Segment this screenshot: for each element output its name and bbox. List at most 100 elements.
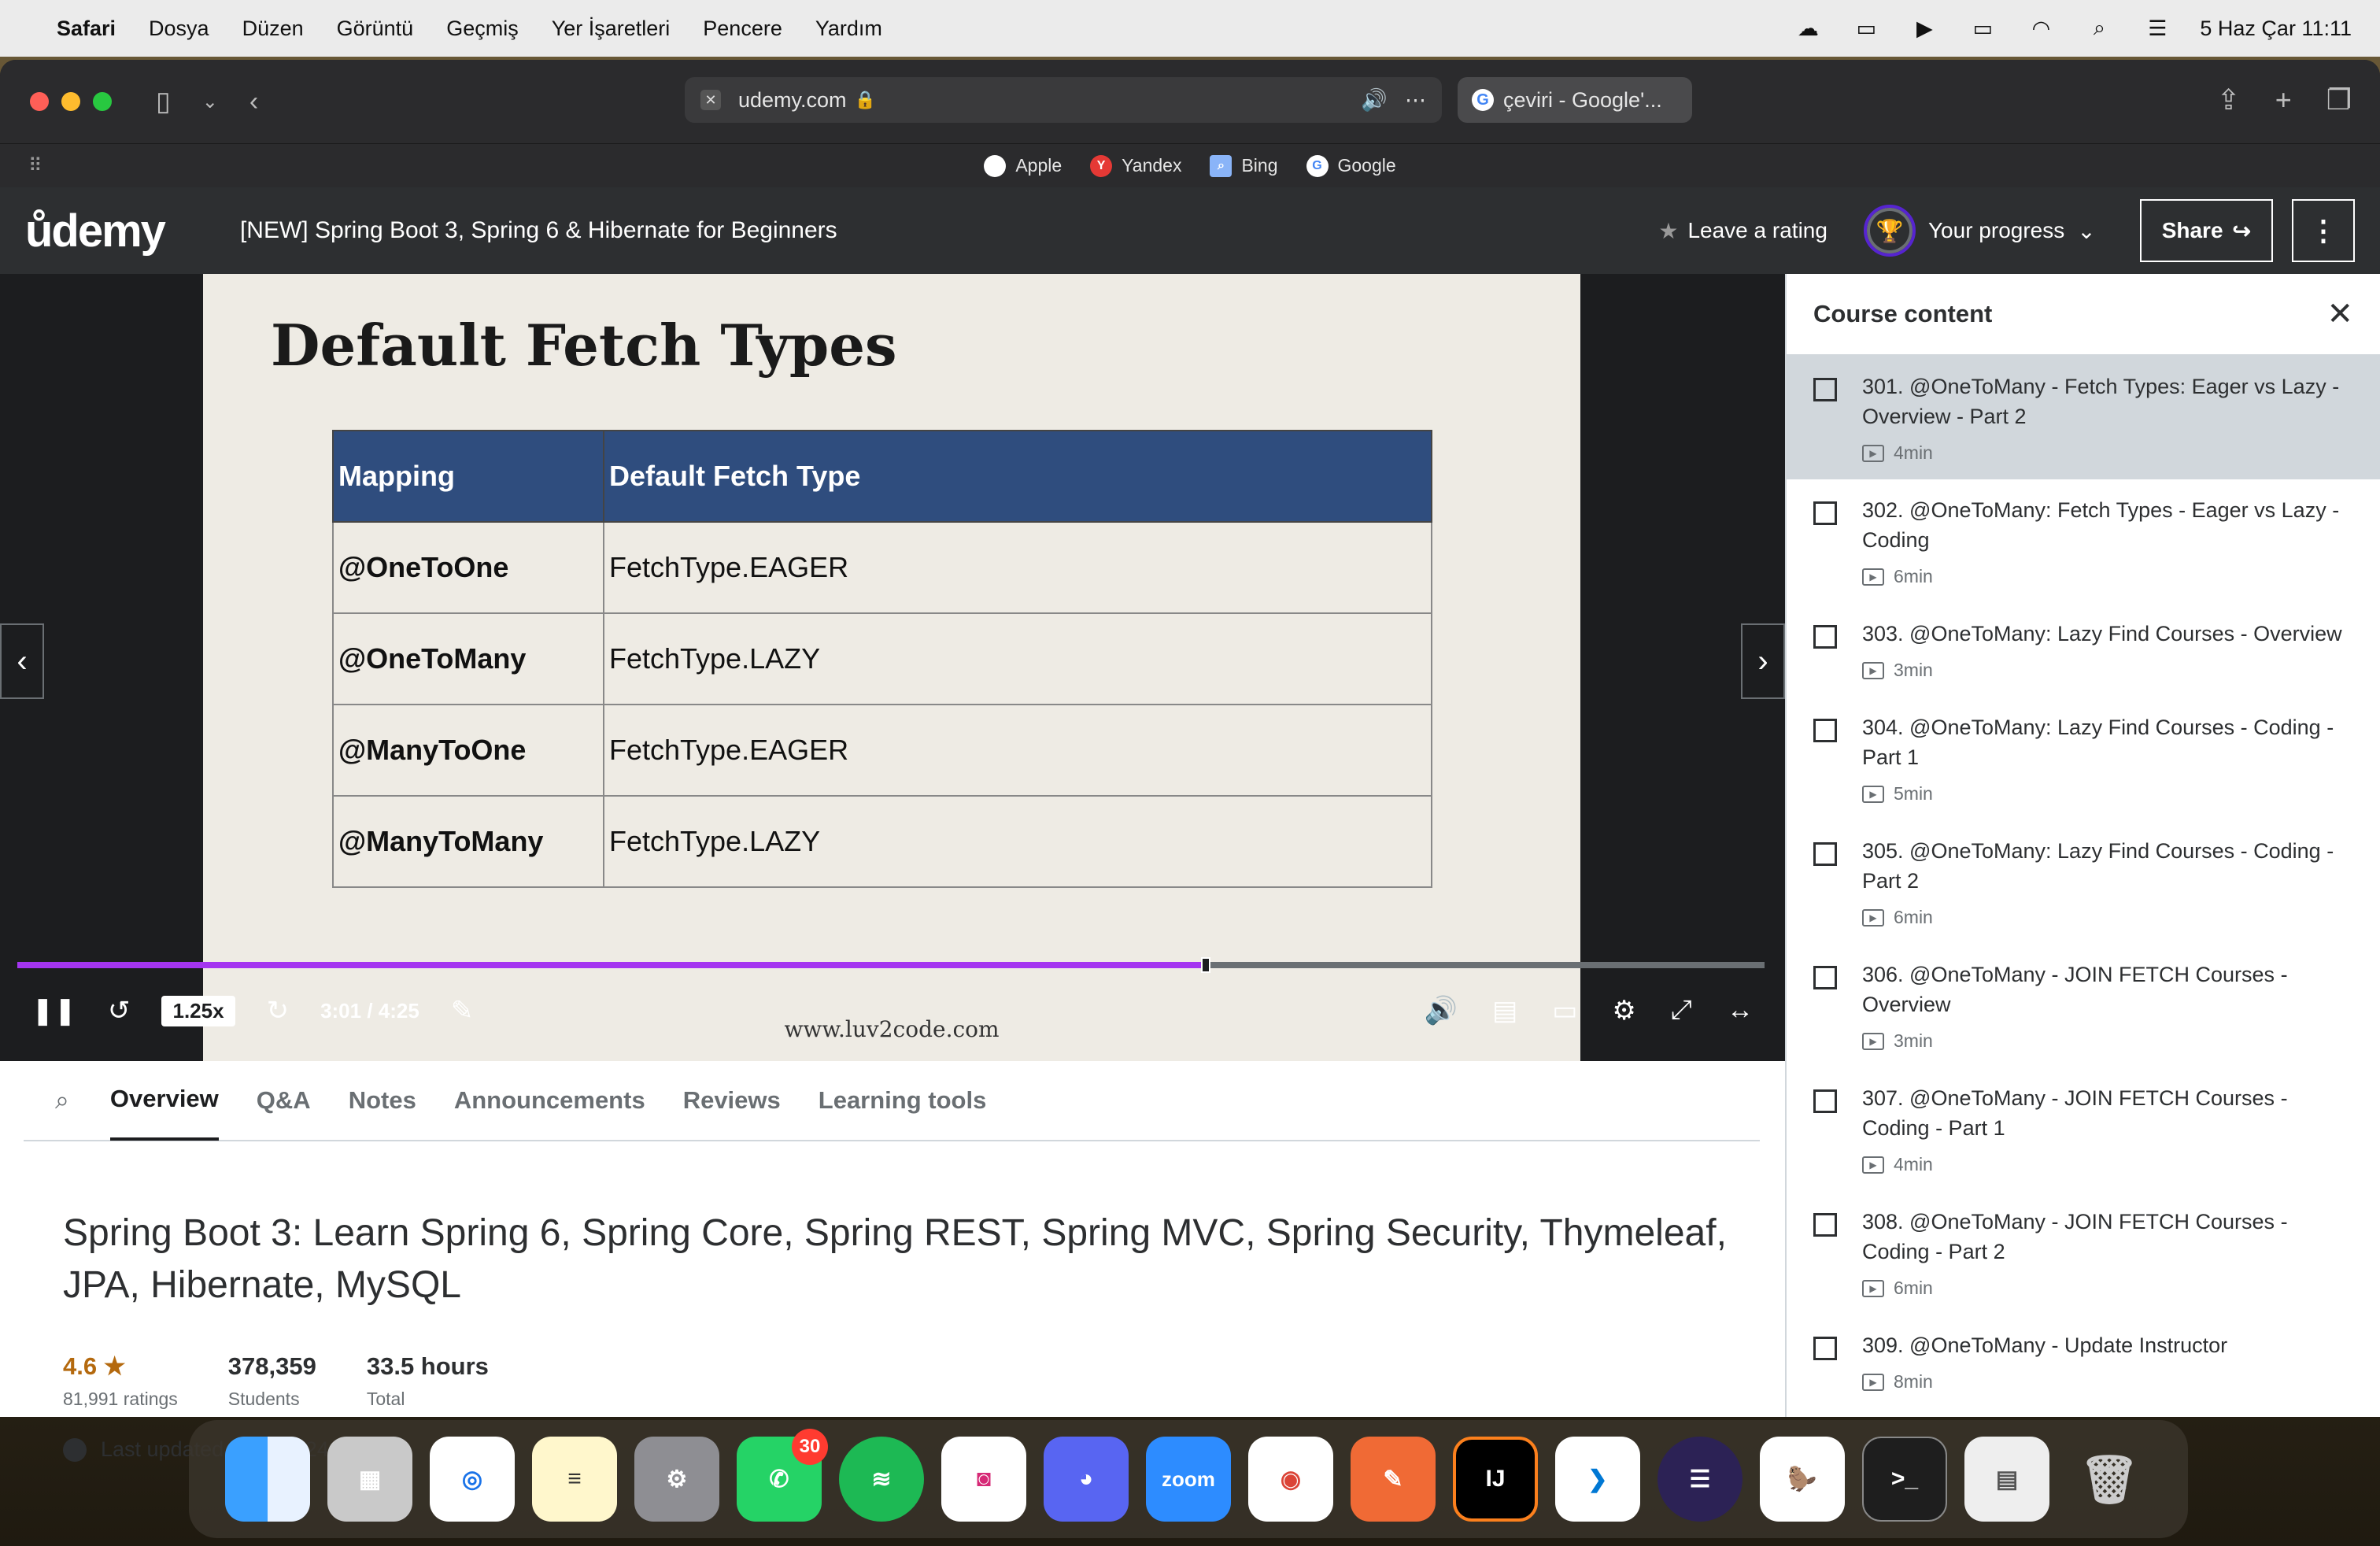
transcript-icon[interactable]: ▤ [1492, 995, 1517, 1026]
video-progress-bar[interactable] [17, 957, 1765, 973]
address-bar[interactable]: ✕ udemy.com 🔒 🔊 ⋯ [685, 77, 1442, 123]
lecture-checkbox[interactable] [1813, 625, 1837, 649]
favorite-yandex[interactable]: Y Yandex [1090, 154, 1181, 177]
leave-rating-button[interactable]: ★ Leave a rating [1658, 218, 1828, 244]
menu-gecmis[interactable]: Geçmiş [446, 17, 519, 41]
tab-notes[interactable]: Notes [349, 1060, 416, 1141]
lecture-checkbox[interactable] [1813, 966, 1837, 989]
share-icon[interactable]: ⇪ [2217, 83, 2241, 117]
lecture-checkbox[interactable] [1813, 842, 1837, 866]
share-button[interactable]: Share ↪ [2139, 199, 2273, 262]
notes-edit-icon[interactable]: ✎ [451, 995, 474, 1026]
wifi-icon[interactable]: ◠ [2025, 17, 2057, 40]
menu-dosya[interactable]: Dosya [149, 17, 209, 41]
display-icon[interactable]: ▭ [1850, 17, 1882, 40]
spotlight-search-icon[interactable]: ⌕ [2083, 16, 2115, 39]
menu-yardim[interactable]: Yardım [815, 17, 882, 41]
tab-google-translate[interactable]: G çeviri - Google'... [1458, 77, 1692, 123]
lecture-item[interactable]: 304. @OneToMany: Lazy Find Courses - Cod… [1787, 697, 2380, 820]
settings-gear-icon[interactable]: ⚙ [1612, 995, 1635, 1026]
system-settings-icon[interactable]: ⚙ [634, 1437, 719, 1522]
instagram-icon[interactable]: ◙ [941, 1437, 1026, 1522]
trash-icon[interactable]: 🗑 [2067, 1437, 2152, 1522]
spotify-icon[interactable]: ≋ [839, 1437, 924, 1522]
zoom-window-button[interactable] [93, 92, 112, 111]
tab-learning-tools[interactable]: Learning tools [819, 1060, 987, 1141]
video-player[interactable]: Default Fetch Types Mapping Default Fetc… [0, 274, 1785, 1061]
tab-overview-icon[interactable]: ❐ [2326, 83, 2352, 117]
search-icon[interactable]: ⌕ [55, 1086, 69, 1115]
terminal-icon[interactable]: >_ [1862, 1437, 1947, 1522]
tab-overview[interactable]: Overview [109, 1060, 219, 1141]
sidebar-toggle-icon[interactable]: ▯ [156, 86, 171, 117]
lecture-checkbox[interactable] [1813, 1089, 1837, 1113]
lecture-item[interactable]: 302. @OneToMany: Fetch Types - Eager vs … [1787, 479, 2380, 603]
cloud-icon[interactable]: ☁ [1792, 17, 1824, 40]
lecture-item[interactable]: 309. @OneToMany - Update Instructor ▶ 8min [1787, 1315, 2380, 1408]
audio-playing-icon[interactable]: 🔊 [1361, 87, 1388, 113]
rewind-icon[interactable]: ↺ [108, 995, 131, 1026]
whatsapp-icon[interactable]: ✆ 30 [737, 1429, 828, 1522]
new-tab-icon[interactable]: + [2275, 83, 2292, 117]
lecture-item[interactable]: 308. @OneToMany - JOIN FETCH Courses - C… [1787, 1191, 2380, 1315]
your-progress-button[interactable]: 🏆 Your progress ⌄ [1863, 205, 2096, 257]
intellij-icon[interactable]: IJ [1453, 1437, 1538, 1522]
lecture-checkbox[interactable] [1813, 1213, 1837, 1237]
control-center-icon[interactable]: ☰ [2142, 17, 2173, 40]
lecture-checkbox[interactable] [1813, 719, 1837, 742]
zoom-icon[interactable]: zoom [1146, 1437, 1231, 1522]
tab-qa[interactable]: Q&A [257, 1060, 311, 1141]
lecture-checkbox[interactable] [1813, 1337, 1837, 1360]
finder-icon[interactable] [225, 1437, 310, 1522]
favorite-apple[interactable]: Apple [984, 154, 1062, 177]
vscode-icon[interactable]: ❯ [1555, 1437, 1640, 1522]
play-icon[interactable]: ▶ [1909, 17, 1940, 40]
expand-width-icon[interactable]: ↔ [1727, 995, 1754, 1026]
safari-icon[interactable]: ◎ [430, 1437, 515, 1522]
playback-speed-button[interactable]: 1.25x [161, 995, 235, 1026]
menubar-datetime[interactable]: 5 Haz Çar 11:11 [2200, 17, 2352, 41]
minimize-window-button[interactable] [61, 92, 80, 111]
udemy-logo[interactable]: ůdemy [25, 205, 166, 257]
lecture-checkbox[interactable] [1813, 378, 1837, 401]
tab-reviews[interactable]: Reviews [683, 1060, 781, 1141]
discord-icon[interactable]: ◕ [1044, 1437, 1129, 1522]
chevron-down-icon[interactable]: ⌄ [202, 91, 218, 113]
favorite-google[interactable]: G Google [1306, 154, 1396, 177]
eclipse-icon[interactable]: ☰ [1658, 1437, 1743, 1522]
tab-announcements[interactable]: Announcements [454, 1060, 645, 1141]
close-window-button[interactable] [30, 92, 49, 111]
fullscreen-icon[interactable]: ⤢ [1671, 995, 1692, 1026]
back-icon[interactable]: ‹ [249, 87, 258, 117]
next-lecture-button[interactable]: › [1741, 623, 1785, 699]
lecture-item[interactable]: 303. @OneToMany: Lazy Find Courses - Ove… [1787, 603, 2380, 697]
forward-icon[interactable]: ↻ [267, 995, 290, 1026]
dbeaver-icon[interactable]: 🦫 [1760, 1437, 1845, 1522]
more-options-button[interactable]: ⋮ [2292, 199, 2355, 262]
menu-duzen[interactable]: Düzen [242, 17, 304, 41]
volume-icon[interactable]: 🔊 [1425, 995, 1458, 1026]
launchpad-icon[interactable]: ▦ [327, 1437, 412, 1522]
lecture-item[interactable]: 306. @OneToMany - JOIN FETCH Courses - O… [1787, 944, 2380, 1067]
lecture-item[interactable]: 307. @OneToMany - JOIN FETCH Courses - C… [1787, 1067, 2380, 1191]
battery-icon[interactable]: ▭ [1967, 17, 1998, 40]
notes-app-icon[interactable]: ≡ [532, 1437, 617, 1522]
previous-lecture-button[interactable]: ‹ [0, 623, 44, 699]
favorites-grid-icon[interactable]: ⠿ [28, 154, 42, 177]
video-progress-handle[interactable] [1200, 957, 1210, 973]
menu-yer-isaretleri[interactable]: Yer İşaretleri [552, 17, 671, 41]
chrome-icon[interactable]: ◉ [1248, 1437, 1333, 1522]
menu-goruntu[interactable]: Görüntü [337, 17, 414, 41]
favorite-bing[interactable]: ⌕ Bing [1210, 154, 1278, 177]
menu-app-name[interactable]: Safari [57, 17, 116, 41]
lecture-checkbox[interactable] [1813, 501, 1837, 525]
page-menu-icon[interactable]: ⋯ [1405, 88, 1426, 113]
spreadsheet-file-icon[interactable]: ▤ [1964, 1437, 2049, 1522]
lecture-item[interactable]: 305. @OneToMany: Lazy Find Courses - Cod… [1787, 820, 2380, 944]
captions-icon[interactable]: ▭ [1552, 995, 1577, 1026]
close-icon[interactable]: ✕ [2326, 296, 2353, 332]
pause-icon[interactable]: ❚❚ [31, 995, 76, 1026]
menu-pencere[interactable]: Pencere [703, 17, 782, 41]
lecture-item[interactable]: 301. @OneToMany - Fetch Types: Eager vs … [1787, 356, 2380, 479]
course-title[interactable]: [NEW] Spring Boot 3, Spring 6 & Hibernat… [240, 217, 837, 244]
